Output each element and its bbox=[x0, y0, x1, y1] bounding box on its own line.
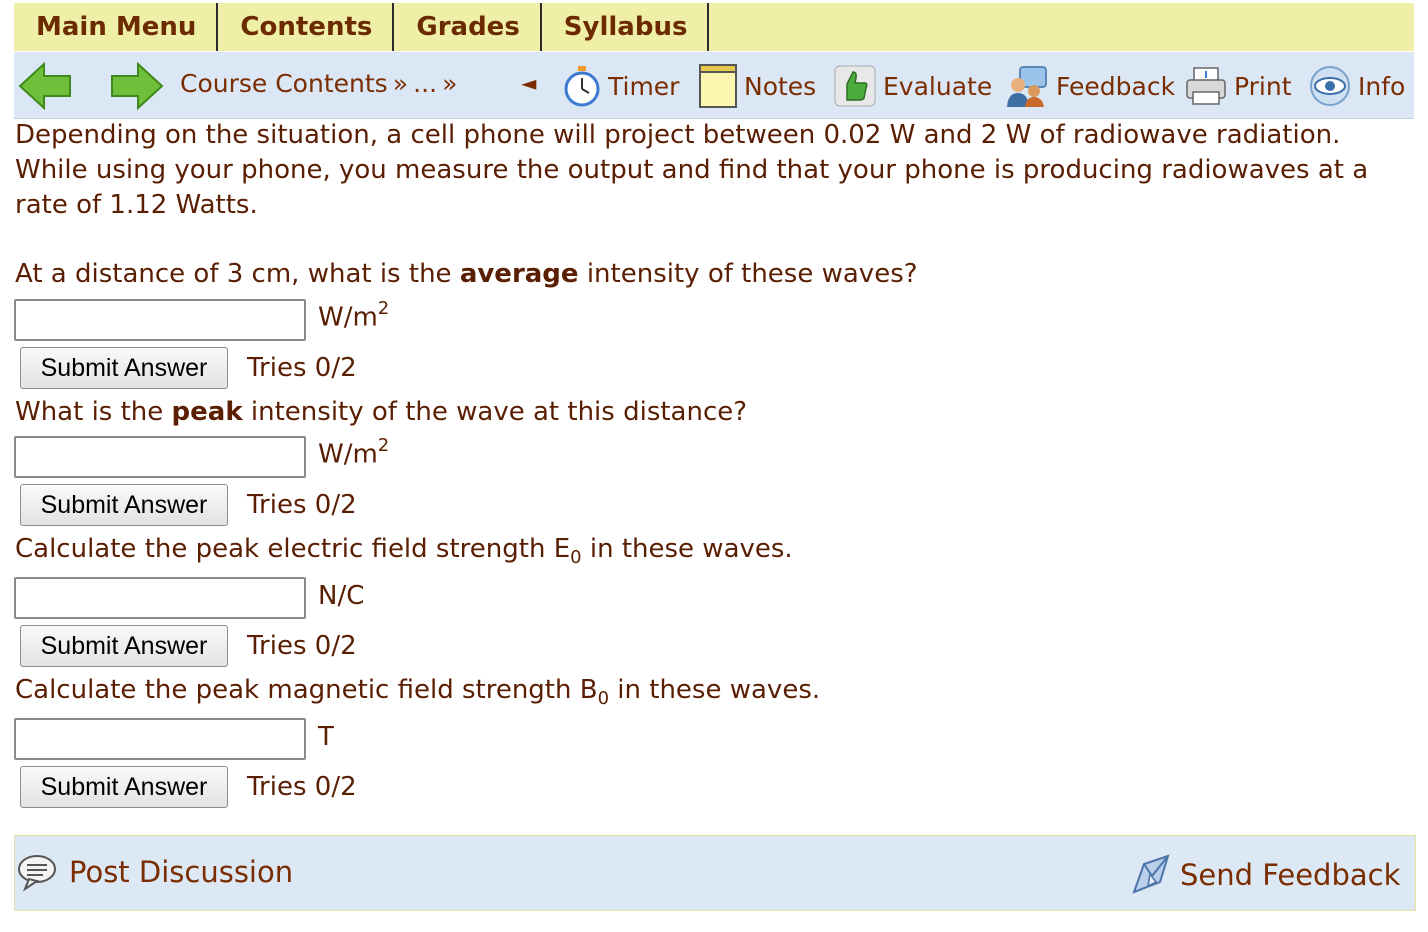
unit-label-4: T bbox=[318, 722, 334, 752]
info-button[interactable]: Info bbox=[1308, 62, 1405, 110]
unit-text: W/m bbox=[318, 439, 378, 470]
submit-answer-button-4[interactable]: Submit Answer bbox=[20, 766, 228, 808]
menu-grades[interactable]: Grades bbox=[394, 3, 542, 51]
menu-main-menu[interactable]: Main Menu bbox=[14, 3, 219, 51]
post-discussion-label: Post Discussion bbox=[69, 855, 294, 889]
problem-statement: Depending on the situation, a cell phone… bbox=[15, 120, 1369, 220]
print-label: Print bbox=[1234, 71, 1292, 101]
answer-input-2[interactable] bbox=[14, 436, 306, 478]
unit-label-1: W/m2 bbox=[318, 298, 390, 333]
main-menu-bar: Main Menu Contents Grades Syllabus bbox=[14, 3, 1414, 51]
print-button[interactable]: Print bbox=[1184, 62, 1292, 110]
nav-toolbar: Course Contents » ... » ◄ Timer Notes Ev… bbox=[14, 52, 1414, 119]
feedback-label: Feedback bbox=[1056, 71, 1176, 101]
notes-button[interactable]: Notes bbox=[698, 62, 816, 110]
footer-bar: Post Discussion Send Feedback bbox=[14, 835, 1416, 911]
question-4-text: Calculate the peak magnetic field streng… bbox=[15, 675, 820, 709]
tries-counter-1: Tries 0/2 bbox=[247, 353, 357, 383]
people-feedback-icon bbox=[1007, 66, 1047, 107]
question-text: in these waves. bbox=[609, 675, 821, 705]
question-text: intensity of the wave at this distance? bbox=[242, 397, 748, 427]
post-discussion-link[interactable]: Post Discussion bbox=[17, 852, 293, 892]
menu-syllabus[interactable]: Syllabus bbox=[542, 3, 710, 51]
info-eye-icon bbox=[1310, 66, 1350, 106]
question-2-text: What is the peak intensity of the wave a… bbox=[15, 397, 747, 427]
info-label: Info bbox=[1358, 71, 1406, 101]
send-feedback-label: Send Feedback bbox=[1180, 858, 1401, 892]
question-text: Calculate the peak magnetic field streng… bbox=[15, 675, 598, 705]
tries-counter-4: Tries 0/2 bbox=[247, 772, 357, 802]
evaluate-label: Evaluate bbox=[883, 71, 993, 101]
unit-label-3: N/C bbox=[318, 581, 365, 611]
question-text: intensity of these waves? bbox=[578, 259, 918, 289]
answer-input-4[interactable] bbox=[14, 718, 306, 760]
back-arrow-icon[interactable] bbox=[18, 61, 74, 114]
unit-text: W/m bbox=[318, 302, 378, 333]
notepad-icon bbox=[699, 64, 737, 108]
timer-toggle-arrow[interactable]: ◄ bbox=[521, 71, 536, 95]
thumbs-up-icon bbox=[834, 65, 876, 107]
timer-button[interactable]: Timer bbox=[562, 62, 679, 110]
question-3-text: Calculate the peak electric field streng… bbox=[15, 534, 793, 568]
problem-content: Depending on the situation, a cell phone… bbox=[15, 118, 1413, 223]
submit-answer-button-1[interactable]: Submit Answer bbox=[20, 347, 228, 389]
unit-exponent: 2 bbox=[377, 298, 390, 319]
subscript: 0 bbox=[597, 688, 610, 710]
breadcrumb-course-contents[interactable]: Course Contents bbox=[180, 69, 388, 98]
question-emphasis: peak bbox=[171, 397, 243, 427]
stopwatch-icon bbox=[564, 66, 600, 107]
subscript: 0 bbox=[570, 547, 582, 569]
submit-answer-button-3[interactable]: Submit Answer bbox=[20, 625, 228, 667]
answer-input-3[interactable] bbox=[14, 577, 306, 619]
question-emphasis: average bbox=[459, 259, 579, 289]
forward-arrow-icon[interactable] bbox=[108, 61, 164, 114]
tries-counter-3: Tries 0/2 bbox=[247, 631, 357, 661]
question-text: in these waves. bbox=[581, 534, 793, 564]
discussion-bubble-icon bbox=[18, 855, 56, 892]
printer-icon bbox=[1186, 67, 1226, 105]
submit-answer-button-2[interactable]: Submit Answer bbox=[20, 484, 228, 526]
feedback-button[interactable]: Feedback bbox=[1004, 62, 1175, 110]
breadcrumb-separator: » bbox=[392, 69, 409, 98]
breadcrumb-ellipsis[interactable]: ... bbox=[413, 69, 437, 98]
question-text: What is the bbox=[15, 397, 172, 427]
tries-counter-2: Tries 0/2 bbox=[247, 490, 357, 520]
evaluate-button[interactable]: Evaluate bbox=[833, 62, 992, 110]
unit-label-2: W/m2 bbox=[318, 435, 390, 470]
breadcrumb: Course Contents » ... » bbox=[180, 69, 457, 98]
question-1-text: At a distance of 3 cm, what is the avera… bbox=[15, 259, 918, 289]
question-text: Calculate the peak electric field streng… bbox=[15, 534, 571, 564]
send-feedback-link[interactable]: Send Feedback bbox=[1130, 852, 1400, 898]
answer-input-1[interactable] bbox=[14, 299, 306, 341]
unit-exponent: 2 bbox=[377, 435, 390, 456]
question-text: At a distance of 3 cm, what is the bbox=[15, 259, 460, 289]
timer-label: Timer bbox=[608, 71, 680, 101]
menu-contents[interactable]: Contents bbox=[218, 3, 395, 51]
send-feedback-icon bbox=[1132, 854, 1170, 894]
notes-label: Notes bbox=[744, 71, 817, 101]
breadcrumb-separator: » bbox=[442, 69, 458, 98]
